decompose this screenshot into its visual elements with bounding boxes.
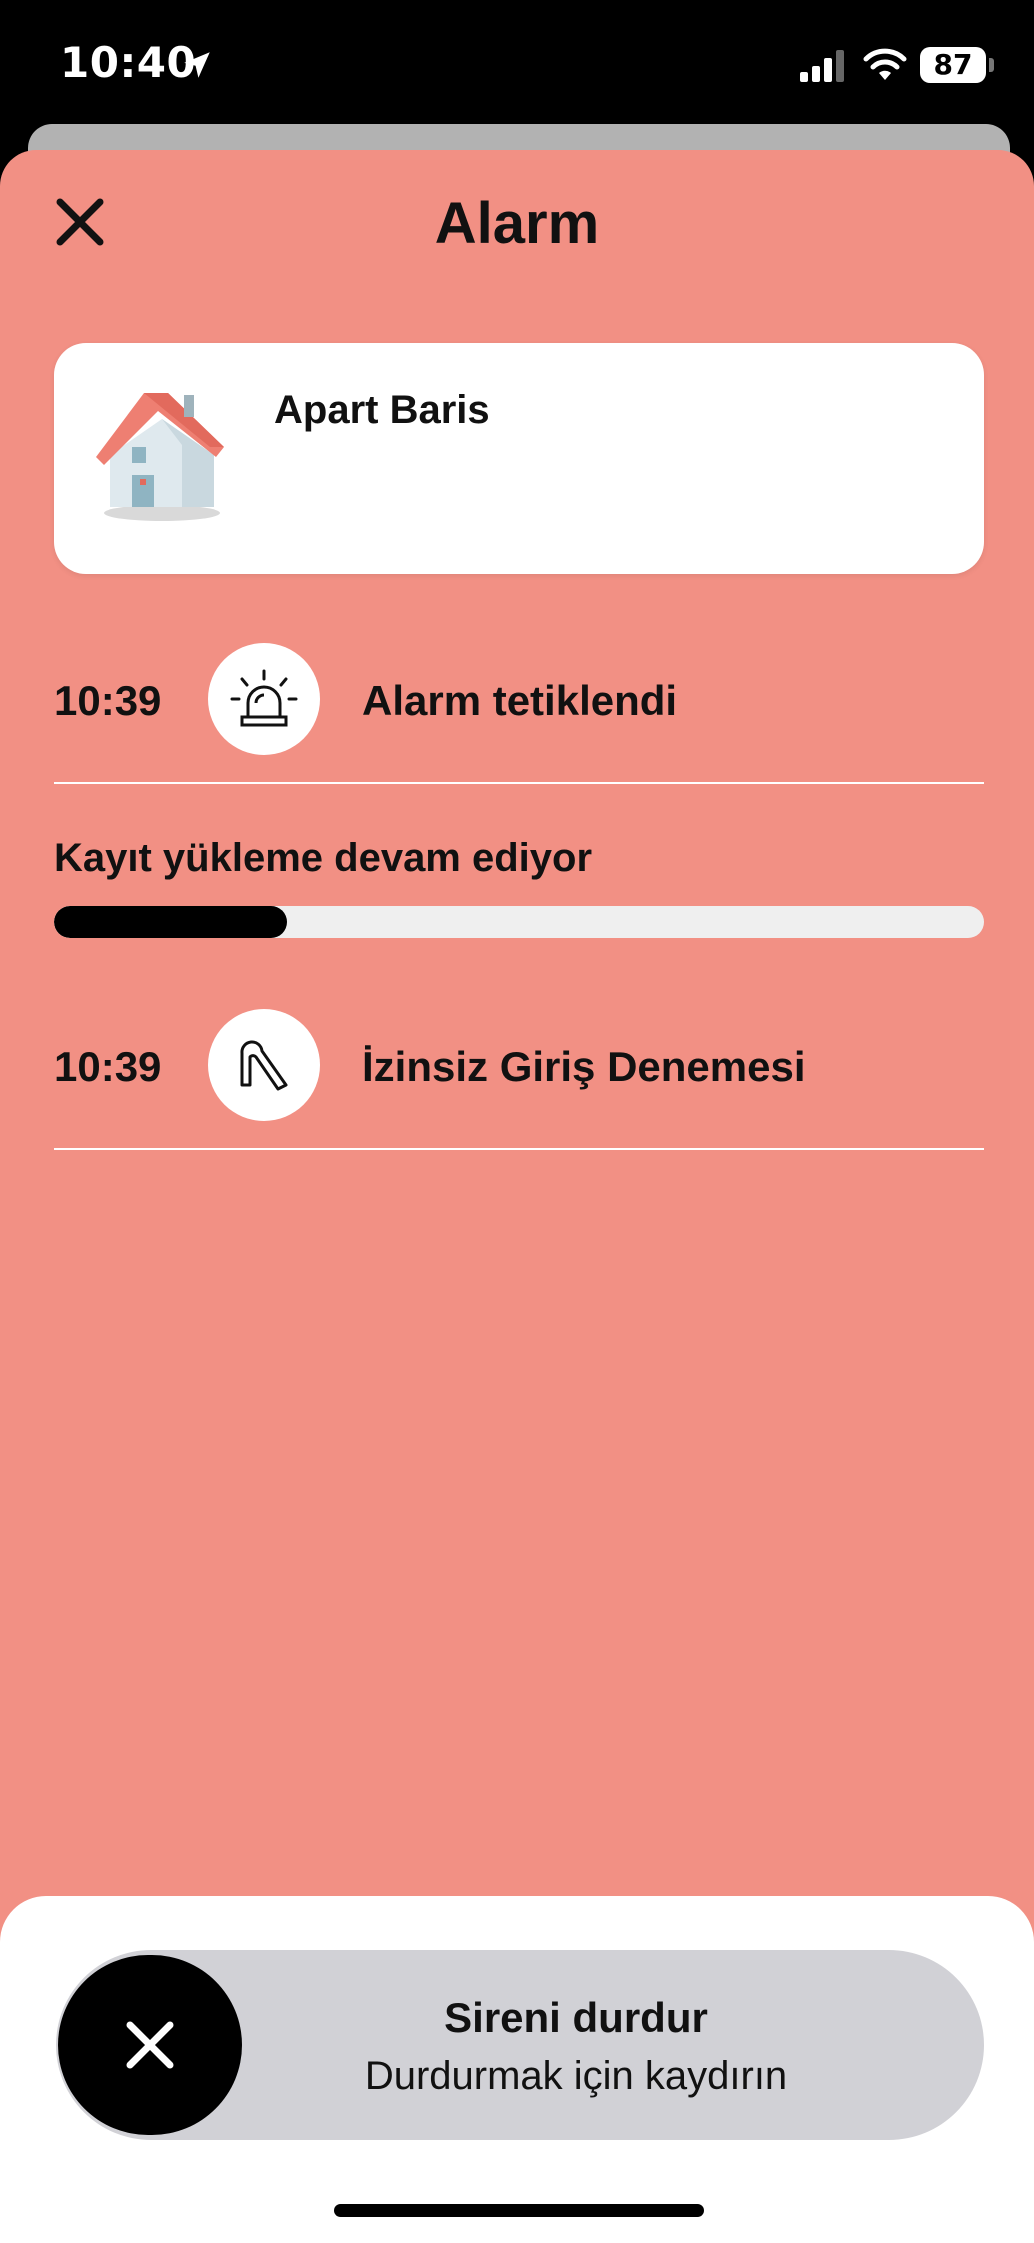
event-label: İzinsiz Giriş Denemesi — [362, 1043, 806, 1090]
property-card[interactable]: Apart Baris — [54, 343, 984, 574]
slider-title: Sireni durdur — [444, 1994, 708, 2041]
status-time: 10:40 — [60, 38, 197, 87]
home-indicator — [334, 2204, 704, 2217]
slider-knob[interactable] — [58, 1955, 242, 2135]
close-icon — [126, 2021, 174, 2069]
slide-icon — [240, 1040, 288, 1091]
event-label: Alarm tetiklendi — [362, 677, 678, 724]
wifi-icon — [863, 48, 907, 80]
upload-progress-bar — [54, 906, 984, 938]
stop-siren-slider[interactable]: Sireni durdur Durdurmak için kaydırın — [56, 1950, 984, 2140]
event-icon-circle — [208, 643, 320, 755]
event-row: 10:39 Alarm tetiklendi — [54, 635, 984, 765]
event-time: 10:39 — [54, 1043, 162, 1090]
divider — [54, 782, 984, 784]
upload-status-label: Kayıt yükleme devam ediyor — [54, 836, 593, 880]
event-time: 10:39 — [54, 677, 162, 724]
location-arrow-icon — [184, 52, 210, 78]
battery-level: 87 — [933, 48, 973, 81]
battery-indicator: 87 — [920, 47, 986, 83]
battery-nub — [989, 58, 994, 72]
upload-progress-fill — [54, 906, 287, 938]
status-bar: 10:40 87 — [0, 0, 1034, 130]
property-name: Apart Baris — [274, 388, 490, 432]
divider — [54, 1148, 984, 1150]
cellular-signal-icon — [800, 50, 844, 82]
event-row: 10:39 İzinsiz Giriş Denemesi — [54, 1001, 984, 1131]
event-icon-circle — [208, 1009, 320, 1121]
page-title: Alarm — [434, 191, 600, 256]
slider-subtitle: Durdurmak için kaydırın — [364, 2054, 788, 2098]
house-icon — [96, 393, 224, 521]
siren-icon — [230, 669, 298, 727]
